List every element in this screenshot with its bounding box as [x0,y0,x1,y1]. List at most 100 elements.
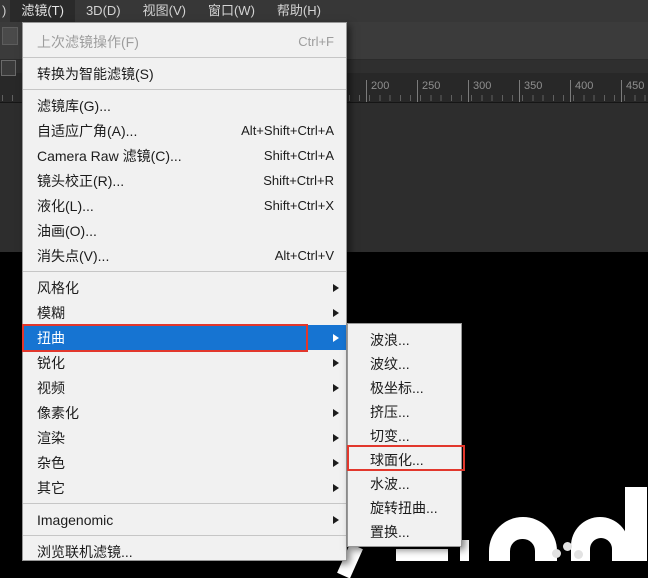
menu-item-filter-gallery[interactable]: 滤镜库(G)... [23,93,346,118]
submenu-arrow-icon [333,384,339,392]
menu-item-shortcut: Ctrl+F [298,34,334,49]
submenu-item-label: 切变... [370,426,410,446]
menu-item-shortcut: Shift+Ctrl+X [264,198,334,213]
submenu-item-twirl[interactable]: 旋转扭曲... [348,496,461,520]
submenu-item-pinch[interactable]: 挤压... [348,400,461,424]
submenu-item-label: 挤压... [370,402,410,422]
menu-separator [23,503,346,504]
menu-item-label: 液化(L)... [37,196,94,216]
menu-item-shortcut: Shift+Ctrl+A [264,148,334,163]
menu-item-distort[interactable]: 扭曲 [23,325,346,350]
menu-item-label: 其它 [37,478,65,498]
menubar-item-3d[interactable]: 3D(D) [75,0,132,22]
menu-item-label: 上次滤镜操作(F) [37,32,139,52]
menu-separator [23,535,346,536]
menu-item-label: 消失点(V)... [37,246,109,266]
canvas-dot [574,550,583,559]
submenu-arrow-icon [333,516,339,524]
menu-item-label: 浏览联机滤镜... [37,542,133,562]
menubar-item-filter[interactable]: 滤镜(T) [10,0,75,22]
submenu-item-polar-coordinates[interactable]: 极坐标... [348,376,461,400]
menu-item-video[interactable]: 视频 [23,375,346,400]
menu-item-shortcut: Alt+Shift+Ctrl+A [241,123,334,138]
menu-item-label: 像素化 [37,403,79,423]
submenu-arrow-icon [333,284,339,292]
menu-item-label: 视频 [37,378,65,398]
menu-item-label: 扭曲 [37,328,65,348]
background-panel-fragment [1,60,16,76]
menu-separator [23,271,346,272]
menu-item-blur[interactable]: 模糊 [23,300,346,325]
menubar-item-window[interactable]: 窗口(W) [197,0,266,22]
submenu-item-label: 极坐标... [370,378,424,398]
menu-item-label: Camera Raw 滤镜(C)... [37,146,182,166]
distort-submenu: 波浪... 波纹... 极坐标... 挤压... 切变... 球面化... 水波… [347,323,462,547]
submenu-item-displace[interactable]: 置换... [348,520,461,544]
menu-item-label: 风格化 [37,278,79,298]
menu-item-label: 镜头校正(R)... [37,171,124,191]
menu-item-label: 渲染 [37,428,65,448]
menu-item-sharpen[interactable]: 锐化 [23,350,346,375]
ruler-tick-label: 450 [621,80,644,102]
submenu-item-zigzag[interactable]: 水波... [348,472,461,496]
ruler-tick-label: 250 [417,80,440,102]
submenu-arrow-icon [333,309,339,317]
canvas-dot [563,542,572,551]
ruler-tick-label: 400 [570,80,593,102]
submenu-arrow-icon [333,409,339,417]
canvas-letter-d-hole [590,538,612,561]
canvas-letter-fragment [396,549,448,561]
menu-item-imagenomic[interactable]: Imagenomic [23,507,346,532]
menu-item-pixelate[interactable]: 像素化 [23,400,346,425]
menu-item-shortcut: Alt+Ctrl+V [275,248,334,263]
menu-separator [23,57,346,58]
submenu-arrow-icon [333,359,339,367]
menu-item-liquify[interactable]: 液化(L)... Shift+Ctrl+X [23,193,346,218]
menu-item-label: Imagenomic [37,512,113,528]
menu-item-other[interactable]: 其它 [23,475,346,500]
menu-item-lens-correction[interactable]: 镜头校正(R)... Shift+Ctrl+R [23,168,346,193]
menu-item-label: 自适应广角(A)... [37,121,137,141]
submenu-item-label: 波浪... [370,330,410,350]
background-panel-fragment [2,27,18,45]
menu-item-stylize[interactable]: 风格化 [23,275,346,300]
menu-item-render[interactable]: 渲染 [23,425,346,450]
menu-item-browse-filters-online[interactable]: 浏览联机滤镜... [23,539,346,564]
menubar-item-help[interactable]: 帮助(H) [266,0,332,22]
submenu-item-label: 水波... [370,474,410,494]
menu-item-oil-paint[interactable]: 油画(O)... [23,218,346,243]
filter-dropdown-menu: 上次滤镜操作(F) Ctrl+F 转换为智能滤镜(S) 滤镜库(G)... 自适… [22,22,347,561]
submenu-item-label: 置换... [370,522,410,542]
menu-item-label: 锐化 [37,353,65,373]
menu-item-last-filter[interactable]: 上次滤镜操作(F) Ctrl+F [23,29,346,54]
menu-item-noise[interactable]: 杂色 [23,450,346,475]
menubar-item-view[interactable]: 视图(V) [132,0,197,22]
submenu-item-wave[interactable]: 波浪... [348,328,461,352]
ruler-tick-label: 300 [468,80,491,102]
submenu-item-label: 球面化... [370,450,424,470]
canvas-letter-d-stem [625,487,647,561]
submenu-item-label: 旋转扭曲... [370,498,438,518]
menu-item-label: 滤镜库(G)... [37,96,111,116]
submenu-arrow-icon [333,434,339,442]
canvas-letter-n-hole [510,539,535,561]
canvas-dot [552,549,561,558]
menu-item-adaptive-wide-angle[interactable]: 自适应广角(A)... Alt+Shift+Ctrl+A [23,118,346,143]
menu-item-camera-raw[interactable]: Camera Raw 滤镜(C)... Shift+Ctrl+A [23,143,346,168]
menu-bar: ) 滤镜(T) 3D(D) 视图(V) 窗口(W) 帮助(H) [0,0,648,22]
submenu-item-ripple[interactable]: 波纹... [348,352,461,376]
submenu-arrow-icon [333,459,339,467]
menu-item-convert-smart-filter[interactable]: 转换为智能滤镜(S) [23,61,346,86]
menu-item-label: 油画(O)... [37,221,97,241]
menu-item-label: 模糊 [37,303,65,323]
menu-item-vanishing-point[interactable]: 消失点(V)... Alt+Ctrl+V [23,243,346,268]
menubar-partial-item: ) [0,0,10,22]
submenu-item-spherize[interactable]: 球面化... [348,448,461,472]
ruler-tick-label: 350 [519,80,542,102]
submenu-item-label: 波纹... [370,354,410,374]
submenu-arrow-icon [333,484,339,492]
submenu-arrow-icon [333,334,339,342]
submenu-item-shear[interactable]: 切变... [348,424,461,448]
menu-separator [23,89,346,90]
menu-item-label: 杂色 [37,453,65,473]
